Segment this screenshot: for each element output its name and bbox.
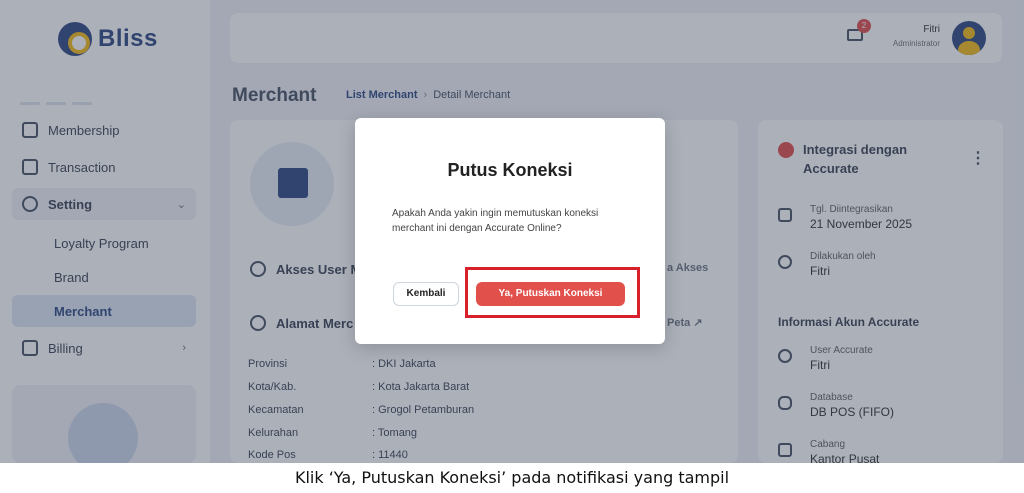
- dialog-message: Apakah Anda yakin ingin memutuskan konek…: [392, 208, 599, 234]
- cancel-button[interactable]: Kembali: [393, 282, 459, 306]
- map-link-label: Peta: [667, 317, 691, 329]
- tutorial-caption: Klik ‘Ya, Putuskan Koneksi’ pada notifik…: [0, 463, 1024, 493]
- external-link-icon: ↗: [693, 317, 703, 329]
- tutorial-highlight-box: [465, 267, 640, 318]
- akses-link[interactable]: a Akses: [667, 262, 708, 274]
- dialog-title: Putus Koneksi: [447, 160, 573, 180]
- map-link[interactable]: Peta ↗: [667, 316, 703, 329]
- screenshot: Bliss Membership Transaction Setting ⌄ L…: [0, 0, 1024, 463]
